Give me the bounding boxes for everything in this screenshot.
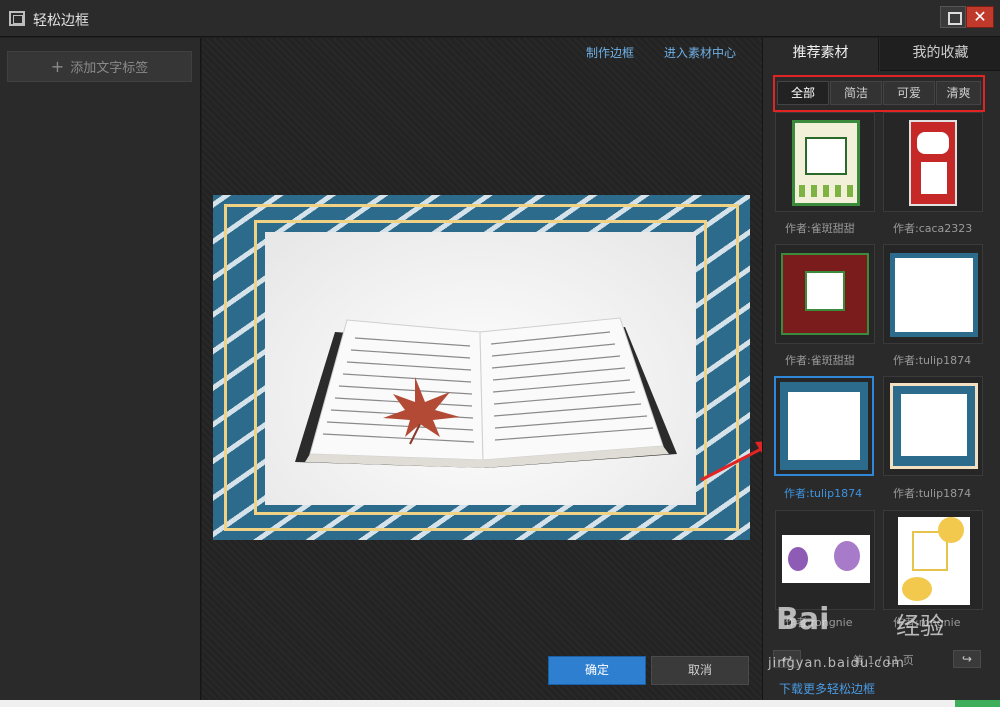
material-center-link[interactable]: 进入素材中心 bbox=[664, 44, 736, 61]
frame-author: 作者:caca2323 bbox=[893, 222, 973, 235]
framed-photo-preview bbox=[213, 195, 750, 540]
tab-recommended[interactable]: 推荐素材 bbox=[763, 38, 879, 71]
frame-thumbnail-selected[interactable] bbox=[774, 376, 874, 476]
title-bar: 轻松边框 ✕ bbox=[0, 0, 1000, 37]
frame-author: 作者:tulip1874 bbox=[893, 354, 972, 367]
book-photo bbox=[265, 232, 696, 505]
baidu-logo: Bai bbox=[776, 602, 830, 637]
preview-canvas: 制作边框 进入素材中心 确定 取消 bbox=[202, 38, 762, 700]
taskbar-strip bbox=[0, 700, 1000, 707]
frame-thumbnail[interactable] bbox=[883, 510, 983, 610]
cancel-button[interactable]: 取消 bbox=[651, 656, 749, 685]
make-frame-link[interactable]: 制作边框 bbox=[586, 44, 634, 61]
add-text-label-text: 添加文字标签 bbox=[70, 61, 149, 76]
baidu-watermark: Bai 经验 jingyan.baidu.com bbox=[768, 598, 968, 688]
baidu-jingyan-text: 经验 bbox=[896, 612, 944, 640]
confirm-button[interactable]: 确定 bbox=[548, 656, 646, 685]
add-text-label-button[interactable]: + 添加文字标签 bbox=[7, 51, 192, 82]
category-filter-group: 全部 简洁 可爱 清爽 bbox=[773, 75, 985, 112]
close-icon: ✕ bbox=[973, 7, 987, 26]
plus-icon: + bbox=[50, 57, 65, 76]
filter-all[interactable]: 全部 bbox=[777, 81, 829, 105]
frame-author: 作者:雀斑甜甜 bbox=[785, 222, 855, 235]
watermark-url: jingyan.baidu.com bbox=[768, 656, 905, 671]
filter-fresh[interactable]: 清爽 bbox=[936, 81, 981, 105]
frame-app-icon bbox=[9, 11, 25, 26]
frame-author: 作者:雀斑甜甜 bbox=[785, 354, 855, 367]
filter-simple[interactable]: 简洁 bbox=[830, 81, 882, 105]
window-title: 轻松边框 bbox=[33, 13, 89, 29]
frame-thumbnail[interactable] bbox=[883, 244, 983, 344]
frame-thumbnail[interactable] bbox=[775, 244, 875, 344]
filter-cute[interactable]: 可爱 bbox=[883, 81, 935, 105]
frame-author: 作者:tulip1874 bbox=[893, 487, 972, 500]
tab-favorites[interactable]: 我的收藏 bbox=[880, 38, 1000, 71]
frame-thumbnail[interactable] bbox=[883, 376, 983, 476]
frame-author: 作者:tulip1874 bbox=[784, 487, 863, 500]
close-button[interactable]: ✕ bbox=[966, 6, 994, 28]
frame-thumbnail[interactable] bbox=[775, 112, 875, 212]
frame-thumbnail[interactable] bbox=[775, 510, 875, 610]
maximize-button[interactable] bbox=[940, 6, 966, 28]
left-panel: + 添加文字标签 bbox=[0, 38, 201, 700]
frame-thumbnail[interactable] bbox=[883, 112, 983, 212]
